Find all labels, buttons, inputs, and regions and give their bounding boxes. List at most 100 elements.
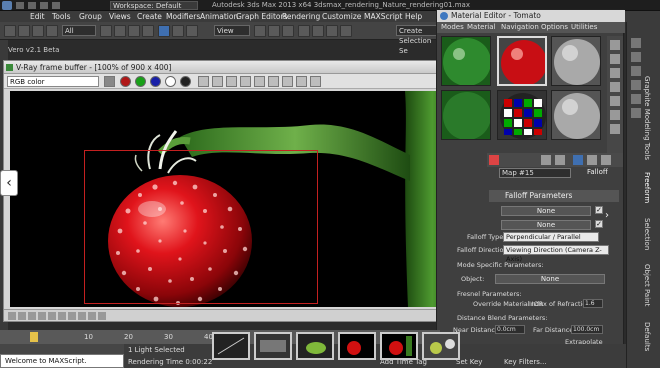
- render-last-icon[interactable]: [282, 76, 293, 87]
- stop-render-icon[interactable]: [310, 76, 321, 87]
- material-slot-2[interactable]: [497, 36, 547, 86]
- load-image-icon[interactable]: [212, 76, 223, 87]
- named-selection-dropdown[interactable]: Create Selection Se: [396, 25, 438, 55]
- h-flip-icon[interactable]: [88, 312, 96, 320]
- keyboard-shortcut-icon[interactable]: [282, 25, 294, 37]
- percent-snap-icon[interactable]: [326, 25, 338, 37]
- backlight-icon[interactable]: [610, 54, 620, 64]
- chevron-left-icon[interactable]: ‹: [0, 170, 18, 196]
- exposure-icon[interactable]: [38, 312, 46, 320]
- material-id-icon[interactable]: [555, 155, 565, 165]
- snaps-toggle-icon[interactable]: [298, 25, 310, 37]
- unlink-icon[interactable]: [46, 25, 58, 37]
- thumbnail-3[interactable]: [296, 332, 334, 360]
- swap-icon[interactable]: ›: [605, 210, 609, 221]
- curve-icon[interactable]: [28, 312, 36, 320]
- save-image-icon[interactable]: [198, 76, 209, 87]
- delete-icon[interactable]: [489, 155, 499, 165]
- thumbnail-4[interactable]: [338, 332, 376, 360]
- uv-tiling-icon[interactable]: [610, 82, 620, 92]
- v-flip-icon[interactable]: [98, 312, 106, 320]
- selection-filter-dropdown[interactable]: All: [62, 25, 96, 36]
- redo-icon[interactable]: [52, 2, 60, 9]
- render-viewport[interactable]: [10, 91, 482, 307]
- me-menu-options[interactable]: Options: [541, 23, 568, 31]
- thumbnail-2[interactable]: [254, 332, 292, 360]
- background-icon[interactable]: [610, 68, 620, 78]
- undo-icon[interactable]: [40, 2, 48, 9]
- preview-icon[interactable]: [610, 110, 620, 120]
- me-menu-navigation[interactable]: Navigation: [501, 23, 539, 31]
- me-menu-material[interactable]: Material: [467, 23, 495, 31]
- red-channel-icon[interactable]: [120, 76, 131, 87]
- tab-defaults[interactable]: Defaults: [643, 322, 651, 351]
- workspace-dropdown[interactable]: Workspace: Default: [110, 1, 198, 10]
- menu-tools[interactable]: Tools: [52, 12, 70, 21]
- key-filters-button[interactable]: Key Filters...: [504, 358, 547, 366]
- angle-snap-icon[interactable]: [312, 25, 324, 37]
- levels-icon[interactable]: [18, 312, 26, 320]
- clear-image-icon[interactable]: [226, 76, 237, 87]
- menu-modifiers[interactable]: Modifiers: [166, 12, 200, 21]
- thumbnail-1[interactable]: [212, 332, 250, 360]
- undo-icon[interactable]: [4, 25, 16, 37]
- utilities-tab-icon[interactable]: [631, 108, 641, 118]
- blue-channel-icon[interactable]: [150, 76, 161, 87]
- pivot-center-icon[interactable]: [254, 25, 266, 37]
- region-select-icon[interactable]: [128, 25, 140, 37]
- tab-object-paint[interactable]: Object Paint: [643, 264, 651, 306]
- create-tab-icon[interactable]: [631, 38, 641, 48]
- tab-selection[interactable]: Selection: [643, 218, 651, 250]
- material-slot-6[interactable]: [551, 90, 601, 140]
- material-slot-1[interactable]: [441, 36, 491, 86]
- map-type-button[interactable]: Falloff: [587, 168, 608, 176]
- time-slider-handle[interactable]: [30, 332, 38, 342]
- reference-coord-dropdown[interactable]: View: [214, 25, 250, 36]
- window-crossing-icon[interactable]: [142, 25, 154, 37]
- copy-to-max-vfb-icon[interactable]: [240, 76, 251, 87]
- select-move-icon[interactable]: [158, 25, 170, 37]
- front-map-checkbox[interactable]: ✓: [595, 206, 603, 214]
- alpha-channel-icon[interactable]: [165, 76, 176, 87]
- rgb-channels-icon[interactable]: [104, 76, 115, 87]
- falloff-type-dropdown[interactable]: Perpendicular / Parallel: [503, 232, 599, 242]
- menu-help[interactable]: Help: [405, 12, 422, 21]
- link-icon[interactable]: [32, 25, 44, 37]
- srgb-icon[interactable]: [48, 312, 56, 320]
- spinner-snap-icon[interactable]: [340, 25, 352, 37]
- sample-type-icon[interactable]: [610, 40, 620, 50]
- history-icon[interactable]: [68, 312, 76, 320]
- thumbnail-6[interactable]: [422, 332, 460, 360]
- app-logo-icon[interactable]: [2, 1, 12, 10]
- motion-tab-icon[interactable]: [631, 80, 641, 90]
- lens-effects-icon[interactable]: [78, 312, 86, 320]
- quick-access-icon[interactable]: [16, 2, 24, 9]
- thumbnail-5[interactable]: [380, 332, 418, 360]
- select-by-name-icon[interactable]: [114, 25, 126, 37]
- map-name-field[interactable]: Map #15: [499, 168, 571, 178]
- region-render-icon[interactable]: [268, 76, 279, 87]
- channel-dropdown[interactable]: RGB color: [7, 76, 99, 87]
- green-channel-icon[interactable]: [135, 76, 146, 87]
- show-map-icon[interactable]: [573, 155, 583, 165]
- side-map-checkbox[interactable]: ✓: [595, 220, 603, 228]
- maxscript-listener[interactable]: Welcome to MAXScript.: [0, 354, 124, 368]
- select-scale-icon[interactable]: [186, 25, 198, 37]
- render-region-rectangle[interactable]: [84, 150, 318, 304]
- far-distance-spinner[interactable]: 100.0cm: [571, 325, 603, 334]
- menu-graph-editors[interactable]: Graph Editors: [236, 12, 288, 21]
- menu-edit[interactable]: Edit: [30, 12, 45, 21]
- display-tab-icon[interactable]: [631, 94, 641, 104]
- me-menu-modes[interactable]: Modes: [441, 23, 464, 31]
- modify-tab-icon[interactable]: [631, 52, 641, 62]
- menu-group[interactable]: Group: [79, 12, 102, 21]
- me-menu-utilities[interactable]: Utilities: [571, 23, 597, 31]
- menu-rendering[interactable]: Rendering: [282, 12, 320, 21]
- redo-icon[interactable]: [18, 25, 30, 37]
- material-slot-5[interactable]: [497, 90, 547, 140]
- link-to-render-icon[interactable]: [296, 76, 307, 87]
- select-object-icon[interactable]: [100, 25, 112, 37]
- go-to-parent-icon[interactable]: [601, 155, 611, 165]
- show-end-result-icon[interactable]: [587, 155, 597, 165]
- save-icon[interactable]: [28, 2, 36, 9]
